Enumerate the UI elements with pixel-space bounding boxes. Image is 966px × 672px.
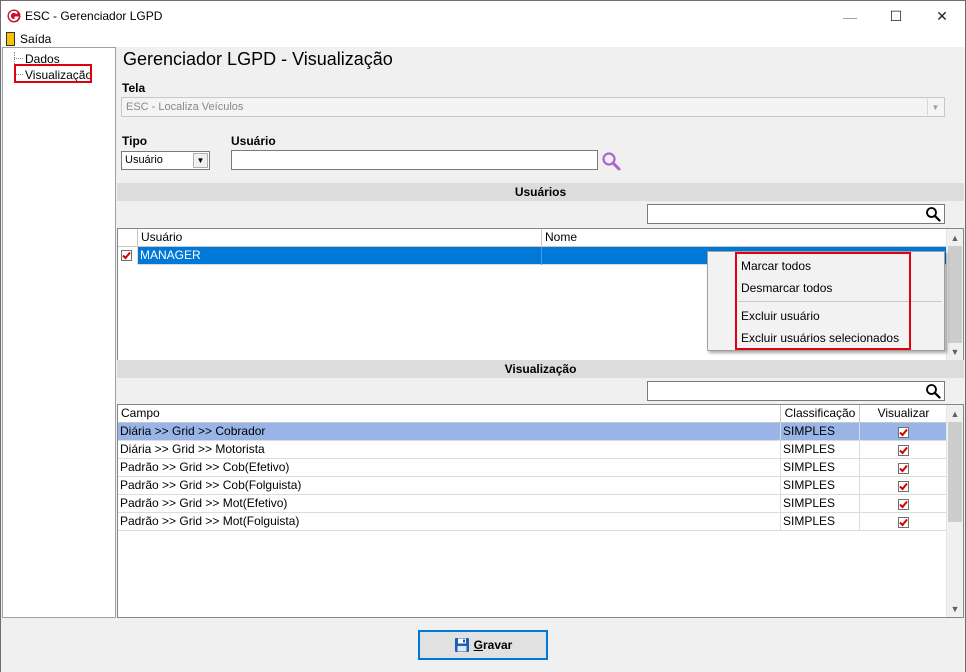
row-checkbox-cell[interactable] [118,247,138,265]
title-bar: ESC - Gerenciador LGPD — ☐ ✕ [0,0,966,31]
checkmark-icon [899,428,908,436]
vertical-scrollbar[interactable]: ▲ ▼ [946,405,963,617]
chevron-down-icon[interactable]: ▼ [193,153,208,168]
cell-classificacao: SIMPLES [781,495,860,513]
search-icon[interactable] [601,151,621,171]
table-row[interactable]: Diária >> Grid >> Cobrador SIMPLES [118,423,947,441]
gravar-button[interactable]: Gravar [418,630,548,660]
scroll-down-icon[interactable]: ▼ [947,600,963,617]
tela-label: Tela [122,81,146,95]
maximize-button[interactable]: ☐ [873,2,919,31]
scroll-thumb[interactable] [948,422,962,522]
app-logo-icon [7,9,21,23]
minimize-button[interactable]: — [827,2,873,31]
cell-campo: Padrão >> Grid >> Mot(Folguista) [118,513,781,531]
cell-usuario: MANAGER [138,247,542,265]
grid-header: Usuário Nome [118,229,947,247]
cell-visualizar[interactable] [860,459,947,477]
tipo-combobox[interactable]: Usuário ▼ [121,151,210,170]
column-header-visualizar[interactable]: Visualizar [860,405,947,423]
floppy-disk-icon [454,638,469,652]
scroll-thumb[interactable] [948,246,962,343]
window-title: ESC - Gerenciador LGPD [25,9,163,23]
visualizar-checkbox[interactable] [898,498,909,510]
row-checkbox[interactable] [121,250,132,261]
cell-visualizar[interactable] [860,513,947,531]
close-button[interactable]: ✕ [919,2,965,31]
cell-visualizar[interactable] [860,495,947,513]
highlight-box [14,64,92,83]
visualizacao-search-box[interactable] [647,381,945,401]
exit-door-icon[interactable] [6,32,15,46]
visualizar-checkbox[interactable] [898,426,909,438]
column-header-campo[interactable]: Campo [118,405,781,423]
checkmark-icon [899,518,908,526]
scroll-up-icon[interactable]: ▲ [947,229,963,246]
column-header-classificacao[interactable]: Classificação [781,405,860,423]
checkmark-icon [899,482,908,490]
header-checkbox-column [118,229,138,247]
search-icon[interactable] [925,206,941,222]
visualizar-checkbox[interactable] [898,480,909,492]
cell-campo: Diária >> Grid >> Cobrador [118,423,781,441]
visualizacao-section-header: Visualização [117,360,964,378]
menu-bar: Saída [0,31,966,47]
page-title: Gerenciador LGPD - Visualização [123,49,393,69]
column-header-nome[interactable]: Nome [542,229,947,247]
vertical-scrollbar[interactable]: ▲ ▼ [946,229,963,360]
checkmark-icon [899,500,908,508]
navigation-tree: Dados Visualização [2,47,116,618]
tree-connector [14,58,23,59]
table-row[interactable]: Padrão >> Grid >> Cob(Folguista) SIMPLES [118,477,947,495]
cell-classificacao: SIMPLES [781,477,860,495]
column-header-usuario[interactable]: Usuário [138,229,542,247]
scroll-down-icon[interactable]: ▼ [947,343,963,360]
search-icon[interactable] [925,383,941,399]
table-row[interactable]: Padrão >> Grid >> Mot(Efetivo) SIMPLES [118,495,947,513]
cell-classificacao: SIMPLES [781,423,860,441]
tela-combobox[interactable]: ESC - Localiza Veículos ▼ [121,97,945,117]
tela-value: ESC - Localiza Veículos [126,101,244,113]
cell-visualizar[interactable] [860,423,947,441]
cell-campo: Diária >> Grid >> Motorista [118,441,781,459]
tipo-value: Usuário [125,154,163,166]
usuario-input[interactable] [231,150,598,170]
visualizacao-grid[interactable]: Campo Classificação Visualizar Diária >>… [117,404,964,618]
checkmark-icon [122,251,131,260]
cell-classificacao: SIMPLES [781,513,860,531]
highlight-box [735,252,911,350]
table-row[interactable]: Diária >> Grid >> Motorista SIMPLES [118,441,947,459]
visualizar-checkbox[interactable] [898,444,909,456]
cell-campo: Padrão >> Grid >> Mot(Efetivo) [118,495,781,513]
table-row[interactable]: Padrão >> Grid >> Mot(Folguista) SIMPLES [118,513,947,531]
checkmark-icon [899,446,908,454]
scroll-up-icon[interactable]: ▲ [947,405,963,422]
cell-visualizar[interactable] [860,441,947,459]
cell-classificacao: SIMPLES [781,441,860,459]
usuarios-search-input[interactable] [648,205,924,223]
chevron-down-icon[interactable]: ▼ [927,99,943,115]
visualizar-checkbox[interactable] [898,516,909,528]
visualizar-checkbox[interactable] [898,462,909,474]
visualizacao-search-input[interactable] [648,382,924,400]
cell-campo: Padrão >> Grid >> Cob(Efetivo) [118,459,781,477]
gravar-label: Gravar [473,638,513,652]
window-border [0,31,1,672]
table-row[interactable]: Padrão >> Grid >> Cob(Efetivo) SIMPLES [118,459,947,477]
grid-header: Campo Classificação Visualizar [118,405,947,423]
cell-classificacao: SIMPLES [781,459,860,477]
checkmark-icon [899,464,908,472]
menu-item-exit[interactable]: Saída [20,32,51,46]
tipo-label: Tipo [122,134,148,148]
cell-visualizar[interactable] [860,477,947,495]
usuarios-section-header: Usuários [117,183,964,201]
cell-campo: Padrão >> Grid >> Cob(Folguista) [118,477,781,495]
usuario-label: Usuário [231,134,276,148]
usuarios-search-box[interactable] [647,204,945,224]
